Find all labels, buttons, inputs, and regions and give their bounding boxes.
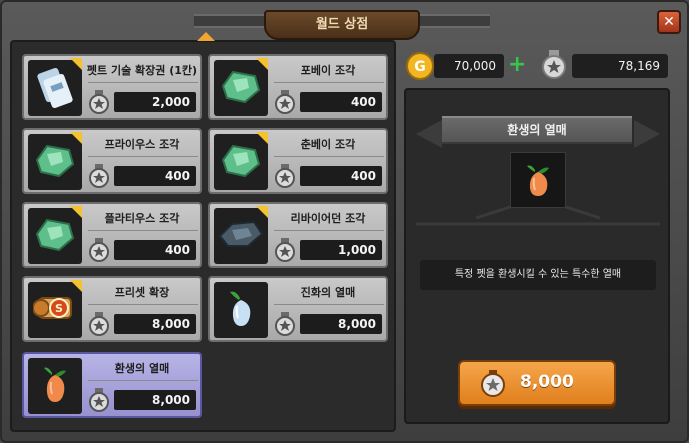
shop-item[interactable]: 플라티우스 조각 400: [22, 202, 202, 268]
shop-item[interactable]: 환생의 열매 8,000: [22, 352, 202, 418]
item-thumbnail: [28, 134, 82, 190]
medal-icon: [542, 50, 566, 79]
item-name: 프라이우스 조각: [104, 138, 180, 151]
detail-description: 특정 펫을 환생시킬 수 있는 특수한 열매: [420, 260, 656, 290]
item-thumbnail: [214, 208, 268, 264]
add-gold-button[interactable]: +: [508, 52, 528, 77]
item-detail-panel: 환생의 열매 특정 펫을 환생시킬 수 있는 특수한 열매 8,000: [404, 88, 670, 424]
scroll-up-icon[interactable]: [197, 32, 215, 41]
detail-item-name: 환생의 열매: [442, 116, 632, 144]
shop-window: 월드 상점 ✕ 펫트 기술 확장권 (1칸) 2,000 포베이 조각 400 프라이우…: [0, 0, 689, 443]
shop-item[interactable]: 춘베이 조각 400: [208, 128, 388, 194]
shop-item[interactable]: S 프리셋 확장 8,000: [22, 276, 202, 342]
item-thumbnail: [214, 60, 268, 116]
divider: [88, 82, 198, 83]
medal-icon: [274, 312, 296, 336]
shop-item[interactable]: 펫트 기술 확장권 (1칸) 2,000: [22, 54, 202, 120]
item-name: 프리셋 확장: [114, 286, 170, 299]
svg-text:S: S: [55, 302, 63, 315]
medal-icon: [88, 238, 110, 262]
dark-shard-icon: [218, 216, 264, 256]
title-wing-left: [194, 14, 264, 28]
item-thumbnail: [28, 358, 82, 414]
item-thumbnail: [214, 134, 268, 190]
item-price: 8,000: [300, 314, 382, 334]
shop-item[interactable]: 포베이 조각 400: [208, 54, 388, 120]
divider: [88, 156, 198, 157]
medal-icon: [274, 90, 296, 114]
scroll-icon: S: [32, 288, 77, 332]
item-name: 진화의 열매: [300, 286, 356, 299]
item-name: 펫트 기술 확장권 (1칸): [86, 64, 198, 77]
medal-icon: [88, 90, 110, 114]
medal-icon: [88, 164, 110, 188]
item-price: 2,000: [114, 92, 196, 112]
gold-coin-icon: G: [406, 52, 434, 80]
divider: [274, 230, 384, 231]
divider: [88, 304, 198, 305]
item-price: 400: [114, 240, 196, 260]
green-shard-icon: [219, 66, 263, 110]
item-price: 400: [300, 166, 382, 186]
item-thumbnail: [28, 208, 82, 264]
medal-icon: [274, 238, 296, 262]
item-name: 춘베이 조각: [300, 138, 356, 151]
divider: [88, 380, 198, 381]
item-name: 리바이어던 조각: [290, 212, 366, 225]
buy-price: 8,000: [520, 372, 574, 392]
orange-fruit-icon: [40, 364, 70, 408]
divider: [274, 156, 384, 157]
green-shard-icon: [33, 214, 77, 258]
divider: [88, 230, 198, 231]
divider: [274, 82, 384, 83]
item-thumbnail: [214, 282, 268, 338]
blue-fruit-icon: [226, 288, 256, 332]
orange-fruit-icon: [527, 165, 549, 196]
item-price: 1,000: [300, 240, 382, 260]
shop-item[interactable]: 프라이우스 조각 400: [22, 128, 202, 194]
item-name: 포베이 조각: [300, 64, 356, 77]
green-shard-icon: [219, 140, 263, 184]
medal-amount: 78,169: [572, 54, 668, 78]
plus-icon: +: [508, 52, 527, 77]
item-price: 8,000: [114, 390, 196, 410]
medal-icon: [88, 312, 110, 336]
item-thumbnail: S: [28, 282, 82, 338]
medal-icon: [88, 388, 110, 412]
item-name: 플라티우스 조각: [104, 212, 180, 225]
item-thumbnail: [28, 60, 82, 116]
detail-item-image: [510, 152, 566, 208]
close-button[interactable]: ✕: [657, 10, 681, 34]
item-name: 환생의 열매: [114, 362, 170, 375]
medal-icon: [481, 370, 505, 397]
gold-amount: 70,000: [434, 54, 504, 78]
svg-text:G: G: [414, 59, 426, 75]
window-title: 월드 상점: [264, 10, 420, 40]
divider: [274, 304, 384, 305]
title-wing-right: [420, 14, 490, 28]
close-icon: ✕: [663, 14, 675, 30]
buy-button[interactable]: 8,000: [458, 360, 616, 406]
item-price: 8,000: [114, 314, 196, 334]
item-price: 400: [114, 166, 196, 186]
medal-icon: [274, 164, 296, 188]
shop-item[interactable]: 리바이어던 조각 1,000: [208, 202, 388, 268]
item-price: 400: [300, 92, 382, 112]
green-shard-icon: [33, 140, 77, 184]
ticket-icon: [35, 64, 75, 112]
shop-item[interactable]: 진화의 열매 8,000: [208, 276, 388, 342]
